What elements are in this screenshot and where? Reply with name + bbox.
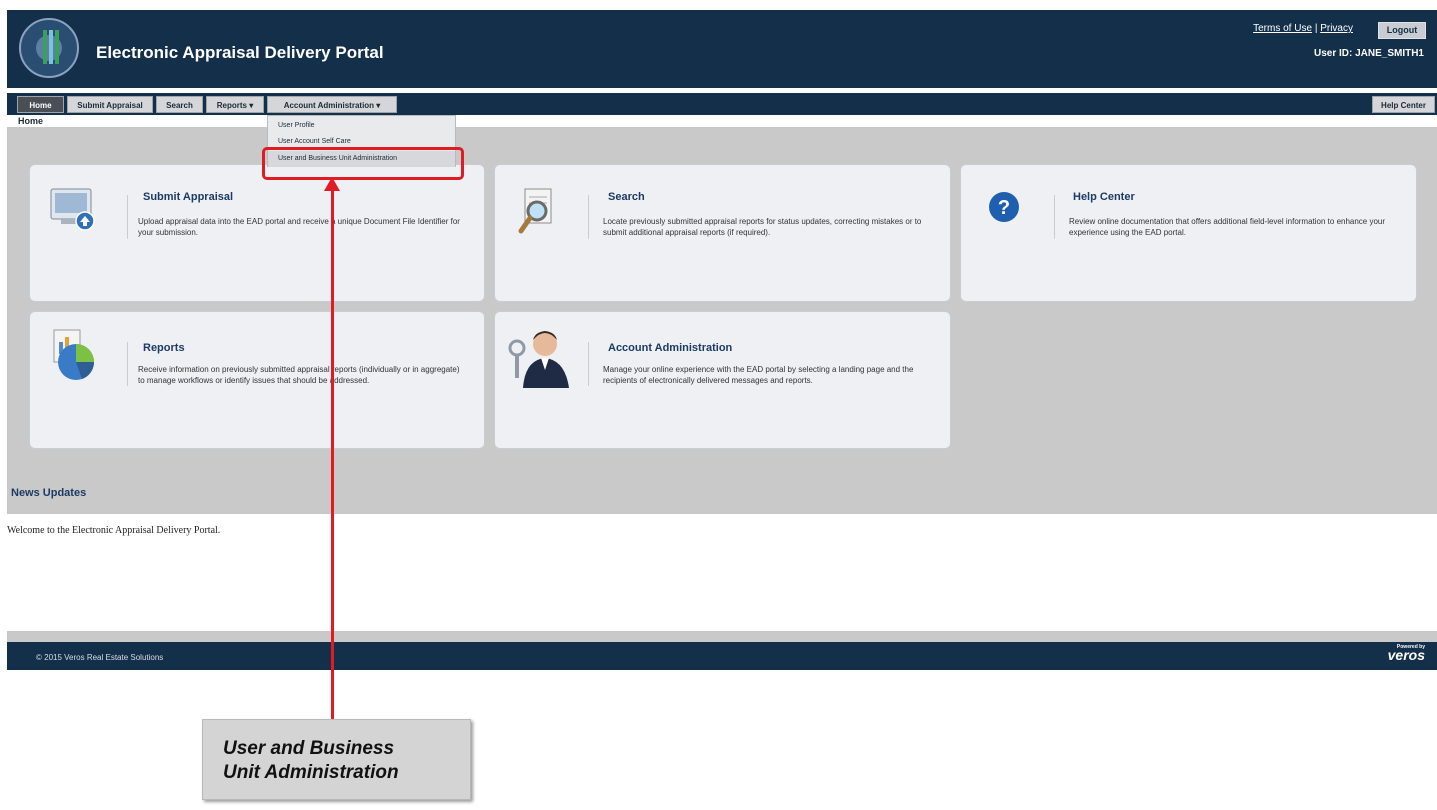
tab-help-center[interactable]: Help Center bbox=[1372, 96, 1435, 113]
callout-line-1: User and Business bbox=[223, 738, 395, 759]
card-divider bbox=[127, 342, 128, 386]
portal-title: Electronic Appraisal Delivery Portal bbox=[96, 43, 384, 62]
card-description: Manage your online experience with the E… bbox=[603, 365, 914, 385]
link-separator: | bbox=[1314, 23, 1318, 34]
veros-powered-by: Powered by bbox=[1396, 644, 1425, 650]
card-help-center[interactable]: ? Help Center Review online documentatio… bbox=[960, 164, 1417, 302]
card-description: Review online documentation that offers … bbox=[1069, 217, 1386, 237]
annotation-callout: User and Business Unit Administration bbox=[202, 719, 471, 800]
magnifier-document-icon bbox=[518, 188, 552, 234]
card-title[interactable]: Search bbox=[608, 191, 645, 203]
question-mark-icon: ? bbox=[989, 192, 1019, 222]
footer-spacer bbox=[7, 631, 1437, 642]
copyright-text: © 2015 Veros Real Estate Solutions bbox=[36, 653, 164, 662]
breadcrumb: Home bbox=[18, 116, 44, 126]
top-links: Terms of Use | Privacy bbox=[1253, 23, 1353, 34]
footer: © 2015 Veros Real Estate Solutions veros… bbox=[7, 642, 1437, 670]
menu-item-user-profile[interactable]: User Profile bbox=[268, 118, 455, 134]
card-submit-appraisal[interactable]: Submit Appraisal Upload appraisal data i… bbox=[29, 164, 485, 302]
veros-logo: veros Powered by bbox=[1388, 644, 1425, 663]
news-text: Welcome to the Electronic Appraisal Deli… bbox=[7, 525, 221, 536]
card-title[interactable]: Help Center bbox=[1073, 191, 1135, 203]
privacy-link[interactable]: Privacy bbox=[1320, 23, 1353, 34]
user-id-label: User ID: JANE_SMITH1 bbox=[1313, 48, 1424, 59]
logout-button[interactable]: Logout bbox=[1378, 22, 1426, 39]
callout-text: User and Business Unit Administration bbox=[223, 737, 399, 785]
annotation-arrow-line bbox=[331, 185, 334, 719]
card-search[interactable]: Search Locate previously submitted appra… bbox=[494, 164, 951, 302]
user-key-icon bbox=[508, 331, 569, 388]
card-divider bbox=[127, 195, 128, 239]
tab-reports[interactable]: Reports ▾ bbox=[206, 96, 264, 113]
callout-line-2: Unit Administration bbox=[223, 762, 399, 783]
annotation-highlight bbox=[262, 147, 464, 180]
card-description: Locate previously submitted appraisal re… bbox=[603, 217, 922, 237]
card-divider bbox=[1054, 195, 1055, 239]
tab-search[interactable]: Search bbox=[156, 96, 203, 113]
card-account-administration[interactable]: Account Administration Manage your onlin… bbox=[494, 311, 951, 449]
main-navbar: Home Submit Appraisal Search Reports ▾ A… bbox=[7, 93, 1437, 115]
terms-of-use-link[interactable]: Terms of Use bbox=[1253, 23, 1312, 34]
portal-header: Electronic Appraisal Delivery Portal Ter… bbox=[7, 10, 1437, 88]
news-updates-heading: News Updates bbox=[11, 487, 87, 499]
upload-computer-icon bbox=[50, 188, 95, 231]
card-title[interactable]: Account Administration bbox=[608, 342, 732, 354]
svg-text:?: ? bbox=[998, 197, 1010, 219]
tab-account-administration[interactable]: Account Administration ▾ bbox=[267, 96, 397, 113]
news-panel bbox=[7, 514, 1437, 631]
card-title[interactable]: Submit Appraisal bbox=[143, 191, 233, 203]
card-description: Upload appraisal data into the EAD porta… bbox=[138, 217, 460, 237]
card-divider bbox=[588, 195, 589, 239]
card-reports[interactable]: Reports Receive information on previousl… bbox=[29, 311, 485, 449]
tab-home[interactable]: Home bbox=[17, 96, 64, 113]
card-title[interactable]: Reports bbox=[143, 342, 185, 354]
tab-submit-appraisal[interactable]: Submit Appraisal bbox=[67, 96, 153, 113]
card-description: Receive information on previously submit… bbox=[138, 365, 460, 385]
card-divider bbox=[588, 342, 589, 386]
pie-chart-report-icon bbox=[53, 329, 95, 380]
hud-seal-icon bbox=[19, 18, 79, 78]
